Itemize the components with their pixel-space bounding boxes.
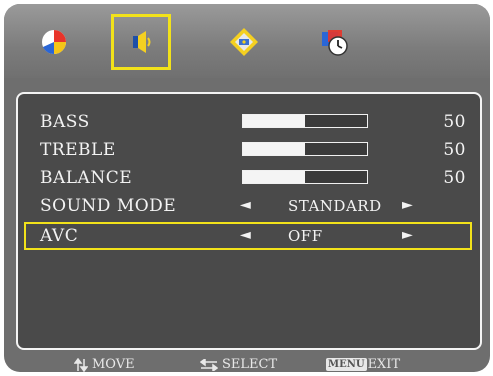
bass-slider-fill bbox=[243, 115, 305, 127]
select-hint-label: SELECT bbox=[222, 357, 278, 372]
left-right-arrows-icon bbox=[200, 358, 218, 371]
move-hint-label: MOVE bbox=[92, 357, 135, 372]
tab-sound[interactable] bbox=[111, 14, 171, 70]
osd-menu: BASS 50 TREBLE 50 BALANCE 50 SOUND MODE … bbox=[4, 4, 490, 372]
picture-icon bbox=[42, 30, 66, 55]
sound-icon bbox=[133, 31, 151, 53]
balance-slider-fill bbox=[243, 171, 305, 183]
sound-mode-value: STANDARD bbox=[288, 197, 382, 215]
sound-mode-row[interactable]: SOUND MODE ◄ STANDARD ► bbox=[18, 192, 480, 220]
tab-timer[interactable] bbox=[304, 14, 364, 70]
balance-label: BALANCE bbox=[40, 168, 133, 188]
timer-icon bbox=[322, 30, 348, 56]
select-hint: SELECT bbox=[200, 357, 277, 372]
avc-row[interactable]: AVC ◄ OFF ► bbox=[24, 222, 472, 250]
treble-row[interactable]: TREBLE 50 bbox=[18, 136, 480, 164]
exit-hint: MENU EXIT bbox=[326, 357, 400, 372]
bass-row[interactable]: BASS 50 bbox=[18, 108, 480, 136]
bass-value: 50 bbox=[443, 112, 466, 132]
treble-slider[interactable] bbox=[242, 142, 368, 156]
treble-label: TREBLE bbox=[40, 140, 116, 160]
avc-label: AVC bbox=[40, 226, 79, 246]
sound-mode-left-arrow[interactable]: ◄ bbox=[240, 197, 251, 213]
tab-setup[interactable] bbox=[214, 14, 274, 70]
avc-value: OFF bbox=[288, 227, 323, 245]
avc-left-arrow[interactable]: ◄ bbox=[240, 227, 251, 243]
exit-hint-label: EXIT bbox=[367, 357, 401, 372]
balance-slider[interactable] bbox=[242, 170, 368, 184]
avc-right-arrow[interactable]: ► bbox=[402, 227, 413, 243]
treble-slider-fill bbox=[243, 143, 305, 155]
menu-key-icon: MENU bbox=[326, 358, 367, 371]
sound-mode-label: SOUND MODE bbox=[40, 196, 177, 216]
bass-label: BASS bbox=[40, 112, 90, 132]
balance-row[interactable]: BALANCE 50 bbox=[18, 164, 480, 192]
menu-tab-bar bbox=[4, 4, 490, 78]
sound-settings-panel: BASS 50 TREBLE 50 BALANCE 50 SOUND MODE … bbox=[16, 92, 482, 350]
tab-picture[interactable] bbox=[24, 14, 84, 70]
key-hints-footer: MOVE SELECT MENU EXIT bbox=[4, 356, 490, 372]
sound-mode-right-arrow[interactable]: ► bbox=[402, 197, 413, 213]
up-down-arrows-icon bbox=[74, 357, 88, 372]
move-hint: MOVE bbox=[74, 357, 135, 372]
setup-icon bbox=[230, 28, 258, 56]
treble-value: 50 bbox=[443, 140, 466, 160]
balance-value: 50 bbox=[443, 168, 466, 188]
bass-slider[interactable] bbox=[242, 114, 368, 128]
